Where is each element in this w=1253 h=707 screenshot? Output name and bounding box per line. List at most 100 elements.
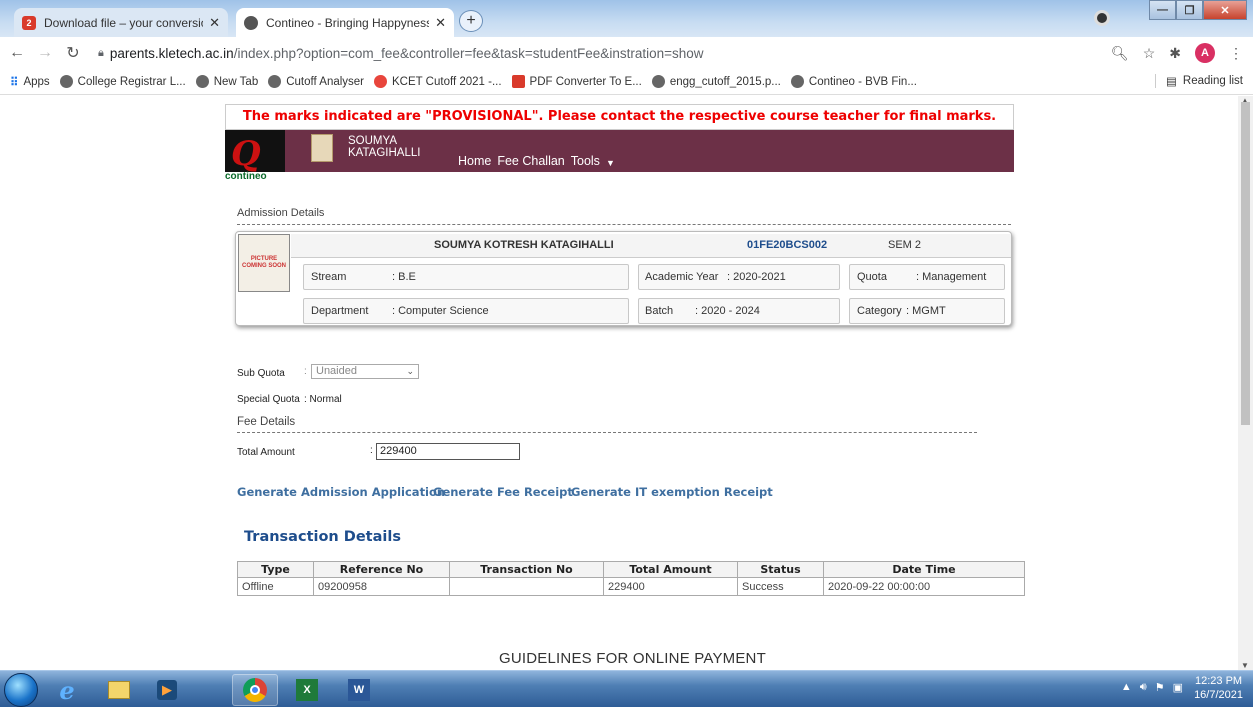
chevron-down-icon[interactable]: ▼ [606,158,615,168]
column-header: Reference No [313,561,450,578]
vertical-scrollbar[interactable]: ▲ ▼ [1238,96,1253,670]
category-box: Category : MGMT [849,298,1005,324]
clock[interactable]: 12:23 PM 16/7/2021 [1194,674,1243,702]
header-banner [225,130,1014,172]
profile-menu-icon[interactable] [1094,10,1110,26]
scrollbar-thumb[interactable] [1241,102,1250,425]
page-viewport: The marks indicated are "PROVISIONAL". P… [0,96,1238,670]
transaction-table: Type Reference No Transaction No Total A… [237,561,1025,596]
menu-icon[interactable]: ⋮ [1229,45,1243,62]
bookmark-label: College Registrar L... [77,75,186,88]
nav-fee-challan[interactable]: Fee Challan [497,154,564,168]
admission-section-title: Admission Details [237,207,1011,225]
back-icon[interactable]: ← [6,44,28,62]
url-path: /index.php?option=com_fee&controller=fee… [233,45,704,61]
network-icon[interactable]: ▣ [1173,681,1183,694]
bookmark-label: PDF Converter To E... [529,75,642,88]
generate-admission-application-link[interactable]: Generate Admission Application [237,485,445,499]
windows-taskbar: e ▶ X W ▲ 🔊︎ ⚑ ▣ 12:23 PM 16/7/2021 [0,670,1253,707]
media-player-icon[interactable]: ▶ [144,674,190,706]
bookmark-item[interactable]: engg_cutoff_2015.p... [651,75,781,88]
title-bar: 2 Download file – your conversion ✕ Cont… [0,0,1253,37]
new-tab-button[interactable]: + [459,10,483,32]
column-header: Type [237,561,314,578]
generate-fee-receipt-link[interactable]: Generate Fee Receipt [433,485,573,499]
globe-icon [244,15,258,30]
student-thumbnail [311,134,333,162]
close-tab-icon[interactable]: ✕ [435,15,446,31]
reading-list-label: Reading list [1182,75,1243,87]
bookmark-item[interactable]: KCET Cutoff 2021 -... [374,75,502,88]
ie-icon[interactable]: e [44,674,90,706]
reading-list-button[interactable]: ▤ Reading list [1155,74,1243,88]
academic-year-value: : 2020-2021 [727,271,786,283]
show-hidden-icons-icon[interactable]: ▲ [1121,681,1132,694]
sub-quota-label: Sub Quota [237,368,285,379]
chevron-down-icon: ⌄ [406,366,414,376]
address-bar: ← → ↻ 🔒︎ parents.kletech.ac.in/index.php… [0,37,1253,69]
semester: SEM 2 [888,239,922,251]
bookmark-item[interactable]: College Registrar L... [59,75,186,88]
column-header: Date Time [823,561,1025,578]
academic-year-box: Academic Year : 2020-2021 [638,264,840,290]
academic-year-label: Academic Year [645,271,719,283]
reload-icon[interactable]: ↻ [62,43,84,63]
zoom-icon[interactable]: 🔍︎ [1111,45,1129,62]
nav-tools[interactable]: Tools [571,154,600,168]
stream-value: : B.E [392,271,416,283]
admission-card: PICTURE COMING SOON SOUMYA KOTRESH KATAG… [235,231,1012,326]
cell-reference-no: 09200958 [313,577,450,596]
maximize-button[interactable]: ❐ [1176,0,1203,20]
sub-quota-select[interactable]: Unaided ⌄ [311,364,419,379]
url-field[interactable]: 🔒︎ parents.kletech.ac.in/index.php?optio… [98,46,704,61]
close-tab-icon[interactable]: ✕ [209,15,220,31]
bookmark-item[interactable]: New Tab [195,75,258,88]
pdf-icon [511,75,525,88]
department-box: Department : Computer Science [303,298,629,324]
bookmarks-bar: ⠿ Apps College Registrar L... New Tab Cut… [0,69,1253,95]
stream-box: Stream : B.E [303,264,629,290]
tab-contineo[interactable]: Contineo - Bringing Happyness t ✕ [236,8,454,37]
bookmark-star-icon[interactable]: ☆ [1143,45,1156,62]
volume-icon[interactable]: 🔊︎ [1140,681,1147,694]
chrome-icon[interactable] [232,674,278,706]
bookmark-label: KCET Cutoff 2021 -... [392,75,502,88]
extensions-icon[interactable]: ✱ [1169,45,1181,62]
bookmark-item[interactable]: PDF Converter To E... [511,75,642,88]
bookmark-apps[interactable]: ⠿ Apps [10,75,50,89]
bookmark-item[interactable]: Contineo - BVB Fin... [790,75,917,88]
forward-icon[interactable]: → [34,44,56,62]
bookmark-item[interactable]: Cutoff Analyser [268,75,364,88]
clock-date: 16/7/2021 [1194,689,1243,701]
minimize-button[interactable]: — [1149,0,1176,20]
tab-download[interactable]: 2 Download file – your conversion ✕ [14,8,228,37]
reading-list-icon: ▤ [1166,76,1177,88]
action-center-flag-icon[interactable]: ⚑ [1155,681,1165,694]
admission-header-row: SOUMYA KOTRESH KATAGIHALLI 01FE20BCS002 … [291,234,1011,258]
close-window-button[interactable]: ✕ [1203,0,1247,20]
start-button[interactable] [4,673,38,707]
student-usn: 01FE20BCS002 [747,239,828,251]
provisional-notice: The marks indicated are "PROVISIONAL". P… [225,104,1014,130]
contineo-logo-icon: Q [231,134,261,174]
fee-section-title: Fee Details [237,416,977,433]
category-label: Category [857,305,902,317]
excel-icon[interactable]: X [284,674,330,706]
batch-label: Batch [645,305,674,317]
nav-home[interactable]: Home [458,154,491,168]
word-icon[interactable]: W [336,674,382,706]
table-row: Offline 09200958 229400 Success 2020-09-… [237,577,1025,596]
pdf-icon: 2 [22,15,36,30]
explorer-icon[interactable] [96,674,142,706]
total-amount-row: Total Amount : 229400 [237,443,557,463]
total-amount-field[interactable]: 229400 [376,443,520,460]
window-controls: — ❐ ✕ [1149,0,1247,20]
generate-it-exemption-receipt-link[interactable]: Generate IT exemption Receipt [571,485,773,499]
batch-value: : 2020 - 2024 [695,305,760,317]
main-nav: Home Fee Challan Tools ▼ [458,154,615,168]
scroll-down-icon[interactable]: ▼ [1241,661,1249,670]
cell-total-amount: 229400 [603,577,738,596]
tab-title: Contineo - Bringing Happyness t [266,15,430,30]
clock-time: 12:23 PM [1194,675,1243,687]
avatar[interactable]: A [1195,43,1215,63]
